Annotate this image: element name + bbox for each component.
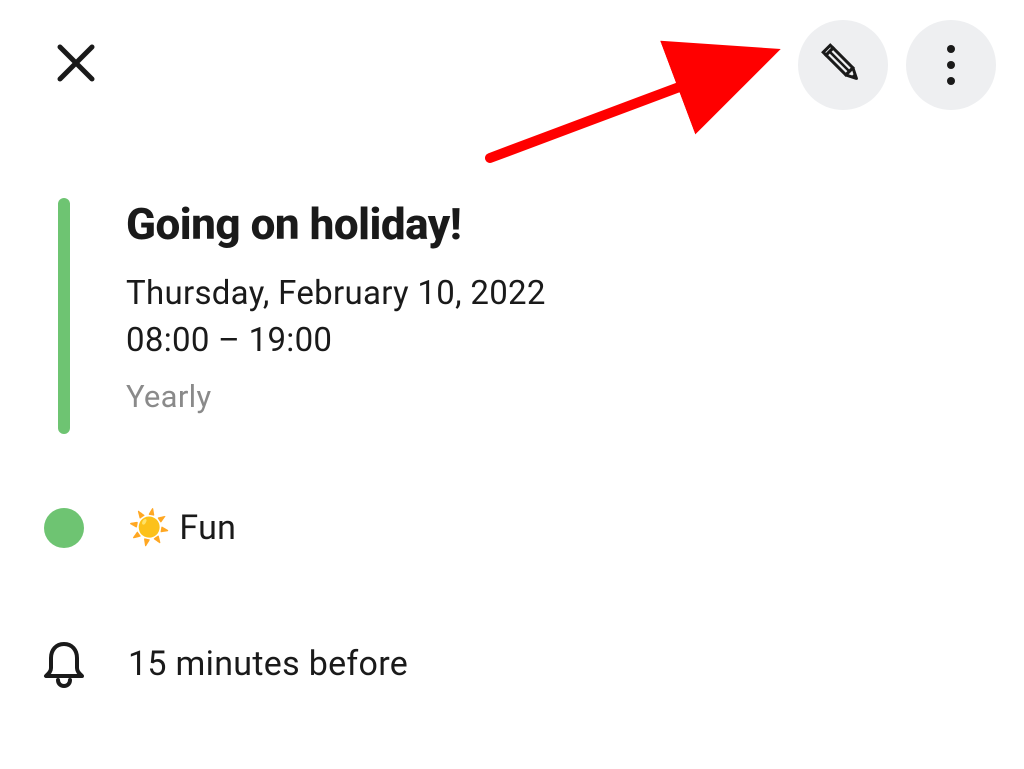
event-recurrence: Yearly: [126, 378, 546, 415]
category-emoji: ☀️: [128, 508, 179, 548]
close-icon: [54, 41, 98, 85]
category-name: Fun: [179, 508, 236, 548]
reminder-label: 15 minutes before: [128, 644, 408, 684]
reminder-row[interactable]: 15 minutes before: [40, 640, 408, 688]
category-label: ☀️ Fun: [128, 508, 236, 548]
more-vertical-icon: [947, 45, 955, 85]
category-row[interactable]: ☀️ Fun: [44, 508, 236, 548]
close-button[interactable]: [46, 33, 106, 97]
event-accent-bar: [58, 198, 70, 434]
event-date: Thursday, February 10, 2022: [126, 274, 546, 313]
pencil-icon: [818, 40, 868, 90]
edit-button[interactable]: [798, 20, 888, 110]
event-title: Going on holiday!: [126, 198, 546, 250]
event-details: Going on holiday! Thursday, February 10,…: [58, 198, 546, 434]
bell-icon: [42, 640, 86, 688]
category-color-dot: [44, 508, 84, 548]
more-options-button[interactable]: [906, 20, 996, 110]
event-time: 08:00 – 19:00: [126, 321, 546, 360]
